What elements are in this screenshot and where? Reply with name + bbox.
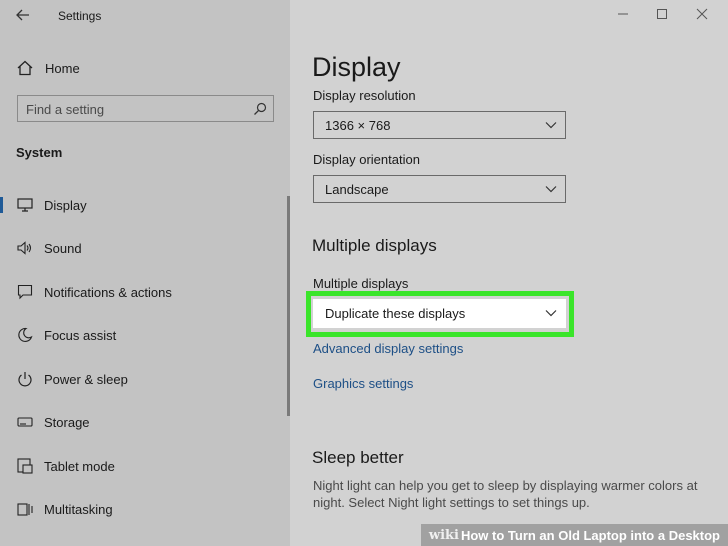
main-content: Display Display resolution 1366 × 768 Di… — [290, 0, 728, 546]
sidebar-item-label: Notifications & actions — [44, 284, 172, 300]
orientation-label: Display orientation — [313, 152, 420, 167]
resolution-dropdown[interactable]: 1366 × 768 — [313, 111, 566, 139]
power-icon — [16, 370, 34, 388]
app-title: Settings — [58, 9, 102, 23]
sidebar-item-label: Focus assist — [44, 327, 117, 343]
sidebar-item-storage[interactable]: Storage — [0, 407, 285, 437]
chevron-down-icon — [545, 186, 557, 193]
monitor-icon — [16, 196, 34, 214]
notification-icon — [16, 283, 34, 301]
multiple-displays-heading: Multiple displays — [312, 236, 437, 255]
sidebar-item-multitasking[interactable]: Multitasking — [0, 494, 285, 524]
sidebar-item-display[interactable]: Display — [0, 190, 285, 220]
watermark: wiki How to Turn an Old Laptop into a De… — [420, 524, 728, 546]
sidebar-item-label: Power & sleep — [44, 371, 128, 387]
sidebar-item-notifications[interactable]: Notifications & actions — [0, 277, 285, 307]
graphics-settings-link[interactable]: Graphics settings — [313, 376, 413, 391]
search-box[interactable] — [17, 95, 274, 122]
multiple-displays-value: Duplicate these displays — [325, 306, 466, 321]
multiple-displays-dropdown[interactable]: Duplicate these displays — [313, 299, 566, 328]
search-icon[interactable] — [253, 102, 267, 116]
sleep-description: Night light can help you get to sleep by… — [313, 478, 698, 510]
close-icon[interactable] — [694, 6, 710, 22]
sidebar-item-label: Sound — [44, 240, 82, 256]
section-label-system: System — [16, 145, 63, 160]
moon-icon — [16, 326, 34, 344]
orientation-dropdown[interactable]: Landscape — [313, 175, 566, 203]
sidebar-item-power-sleep[interactable]: Power & sleep — [0, 364, 285, 394]
sidebar-item-label: Multitasking — [44, 501, 113, 517]
page-title: Display — [312, 52, 401, 82]
chevron-down-icon — [545, 310, 557, 317]
multiple-displays-label: Multiple displays — [313, 276, 409, 291]
minimize-icon[interactable] — [615, 6, 631, 22]
back-arrow-icon[interactable] — [14, 6, 32, 24]
home-nav[interactable]: Home — [16, 58, 80, 78]
watermark-text: How to Turn an Old Laptop into a Desktop — [460, 527, 720, 543]
sleep-better-heading: Sleep better — [312, 448, 404, 467]
sidebar-item-sound[interactable]: Sound — [0, 233, 285, 263]
sidebar: Settings Home System Display Sound Notif… — [0, 0, 290, 546]
sidebar-item-focus-assist[interactable]: Focus assist — [0, 320, 285, 350]
advanced-display-settings-link[interactable]: Advanced display settings — [313, 341, 463, 356]
home-icon — [17, 60, 33, 76]
multitasking-icon — [16, 500, 34, 518]
sidebar-item-tablet-mode[interactable]: Tablet mode — [0, 451, 285, 481]
resolution-value: 1366 × 768 — [325, 118, 391, 133]
maximize-icon[interactable] — [654, 6, 670, 22]
home-label: Home — [45, 60, 80, 76]
sidebar-item-label: Display — [44, 197, 87, 213]
sidebar-item-label: Storage — [44, 414, 90, 430]
watermark-brand: wiki — [428, 527, 459, 543]
resolution-label: Display resolution — [313, 88, 416, 103]
orientation-value: Landscape — [325, 182, 389, 197]
search-input[interactable] — [26, 100, 246, 118]
chevron-down-icon — [545, 122, 557, 129]
storage-icon — [16, 413, 34, 431]
sidebar-item-label: Tablet mode — [44, 458, 115, 474]
tablet-icon — [16, 457, 34, 475]
speaker-icon — [16, 239, 34, 257]
